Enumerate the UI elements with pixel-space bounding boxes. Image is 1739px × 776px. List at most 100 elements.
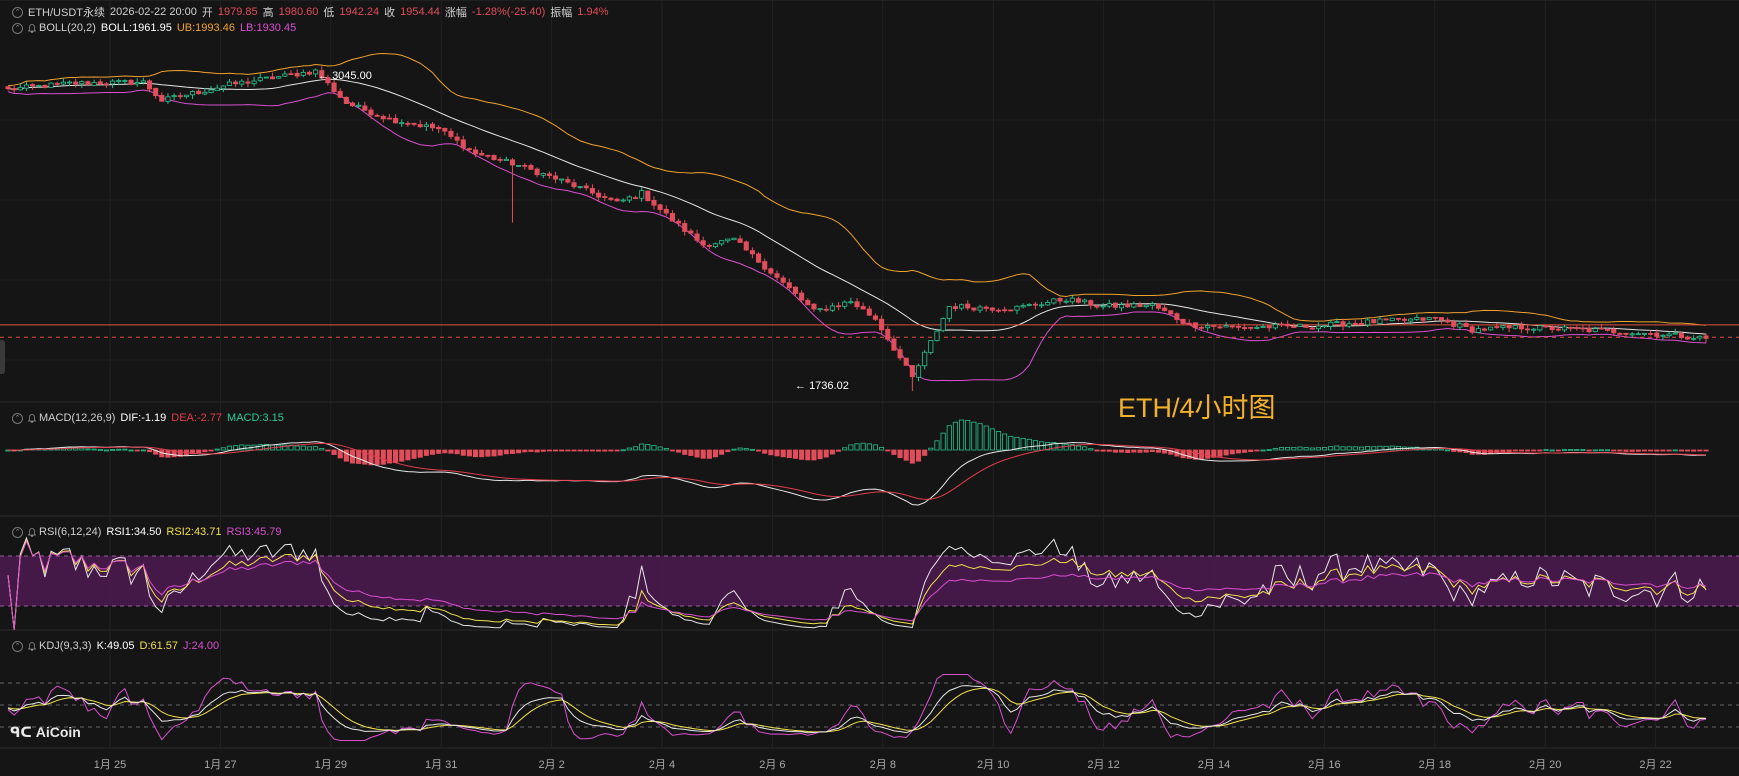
- collapse-chevron-icon[interactable]: ⌃: [12, 22, 23, 34]
- macd-histogram-bar: [448, 449, 454, 454]
- candle-body: [706, 245, 712, 247]
- collapse-chevron-icon[interactable]: ⌃: [12, 6, 23, 18]
- macd-histogram-bar: [1592, 449, 1598, 452]
- collapse-chevron-icon[interactable]: ⌃: [12, 640, 23, 652]
- boll-upper-band: [7, 52, 1707, 326]
- macd-histogram-bar: [1648, 449, 1654, 452]
- candle-body: [190, 91, 196, 96]
- candle-body: [792, 286, 799, 294]
- candle-body: [712, 243, 719, 248]
- macd-histogram-bar: [466, 449, 472, 457]
- candle-body: [1648, 333, 1654, 335]
- candle-body: [1223, 325, 1229, 328]
- macd-histogram-bar: [1088, 448, 1094, 451]
- candle-body: [1260, 326, 1266, 328]
- macd-histogram-bar: [1531, 449, 1537, 452]
- candle-body: [848, 301, 854, 304]
- candle-body: [909, 365, 915, 378]
- candle-body: [362, 105, 368, 111]
- macd-histogram-bar: [719, 449, 725, 455]
- macd-histogram-bar: [442, 449, 448, 454]
- candle-body: [1691, 338, 1697, 340]
- macd-histogram-bar: [546, 449, 552, 452]
- candle-body: [479, 152, 485, 156]
- candle-body: [1463, 323, 1469, 327]
- x-tick-label: 2月 6: [759, 759, 786, 771]
- candle-body: [165, 96, 171, 102]
- candle-body: [306, 71, 313, 75]
- macd-histogram-bar: [768, 449, 774, 456]
- candle-body: [940, 317, 946, 332]
- macd-histogram-bar: [116, 448, 122, 451]
- macd-histogram-bar: [897, 449, 903, 459]
- macd-histogram-bar: [1125, 449, 1131, 453]
- candle-body: [1118, 304, 1125, 309]
- collapse-chevron-icon[interactable]: ⌃: [12, 526, 23, 538]
- candle-body: [651, 199, 657, 206]
- macd-histogram-bar: [1094, 449, 1100, 452]
- macd-histogram-bar: [1205, 449, 1211, 459]
- candle-body: [1623, 332, 1629, 335]
- candle-body: [91, 82, 97, 86]
- macd-histogram-bar: [885, 449, 891, 452]
- bell-icon[interactable]: [28, 641, 36, 651]
- macd-histogram-bar: [977, 423, 983, 451]
- macd-histogram-bar: [1155, 449, 1162, 453]
- candle-body: [509, 159, 516, 166]
- candle-body: [1112, 302, 1118, 308]
- macd-histogram-bar: [1002, 433, 1008, 451]
- side-panel-handle[interactable]: [0, 340, 5, 374]
- rsi1-label: RSI1:: [106, 526, 134, 538]
- macd-histogram-bar: [460, 449, 466, 456]
- macd-histogram-bar: [1328, 446, 1334, 451]
- open-value: 1979.85: [217, 6, 258, 18]
- macd-histogram-bar: [140, 449, 146, 452]
- kdj-k-value: 49.05: [106, 640, 135, 652]
- candle-body: [448, 130, 454, 137]
- candle-body: [214, 87, 220, 91]
- candle-body: [146, 80, 153, 90]
- macd-histogram-bar: [688, 449, 694, 456]
- open-label: 开: [201, 7, 213, 19]
- candle-body: [1045, 302, 1051, 306]
- macd-histogram-bar: [1518, 449, 1524, 452]
- candle-body: [1598, 327, 1604, 330]
- chart-canvas[interactable]: [0, 0, 1739, 776]
- macd-histogram-bar: [1118, 449, 1125, 453]
- macd-histogram-bar: [294, 445, 300, 451]
- macd-histogram-bar: [811, 449, 817, 461]
- macd-histogram-bar: [1377, 445, 1383, 451]
- bell-icon[interactable]: [28, 527, 36, 537]
- ohlc-header: ⌃ ETH/USDT永续 2026-02-22 20:00 开 1979.85 高…: [12, 4, 614, 20]
- kdj-name: KDJ(9,3,3): [39, 640, 92, 652]
- amplitude-label: 振幅: [550, 7, 573, 19]
- macd-histogram-bar: [879, 447, 885, 451]
- boll-middle-band: [7, 78, 1707, 335]
- macd-histogram-bar: [817, 449, 823, 460]
- candle-body: [854, 301, 860, 308]
- low-extreme-value: 1736.02: [809, 380, 849, 392]
- macd-dif-value: -1.19: [141, 412, 167, 424]
- candle-body: [608, 197, 614, 200]
- collapse-chevron-icon[interactable]: ⌃: [12, 412, 23, 424]
- candle-body: [522, 164, 528, 167]
- x-tick-label: 2月 22: [1639, 759, 1672, 771]
- kdj-j-line: [7, 674, 1707, 741]
- candle-body: [153, 87, 159, 97]
- candle-body: [725, 238, 731, 242]
- macd-dea-label: DEA:: [171, 412, 197, 424]
- bell-icon[interactable]: [28, 413, 36, 423]
- candle-body: [110, 80, 116, 85]
- candle-body: [263, 76, 269, 79]
- macd-histogram-bar: [1703, 449, 1709, 452]
- bell-icon[interactable]: [28, 23, 36, 33]
- candle-body: [245, 81, 251, 84]
- candle-body: [1506, 325, 1512, 329]
- macd-histogram-bar: [854, 443, 860, 451]
- boll-legend: ⌃ BOLL(20,2) BOLL: 1961.95 UB: 1993.46 LB:…: [12, 22, 301, 34]
- candle-body: [54, 82, 60, 85]
- macd-histogram-bar: [1438, 448, 1445, 451]
- change-label: 涨幅: [444, 7, 467, 19]
- macd-histogram-bar: [220, 447, 226, 451]
- candle-body: [1082, 299, 1088, 303]
